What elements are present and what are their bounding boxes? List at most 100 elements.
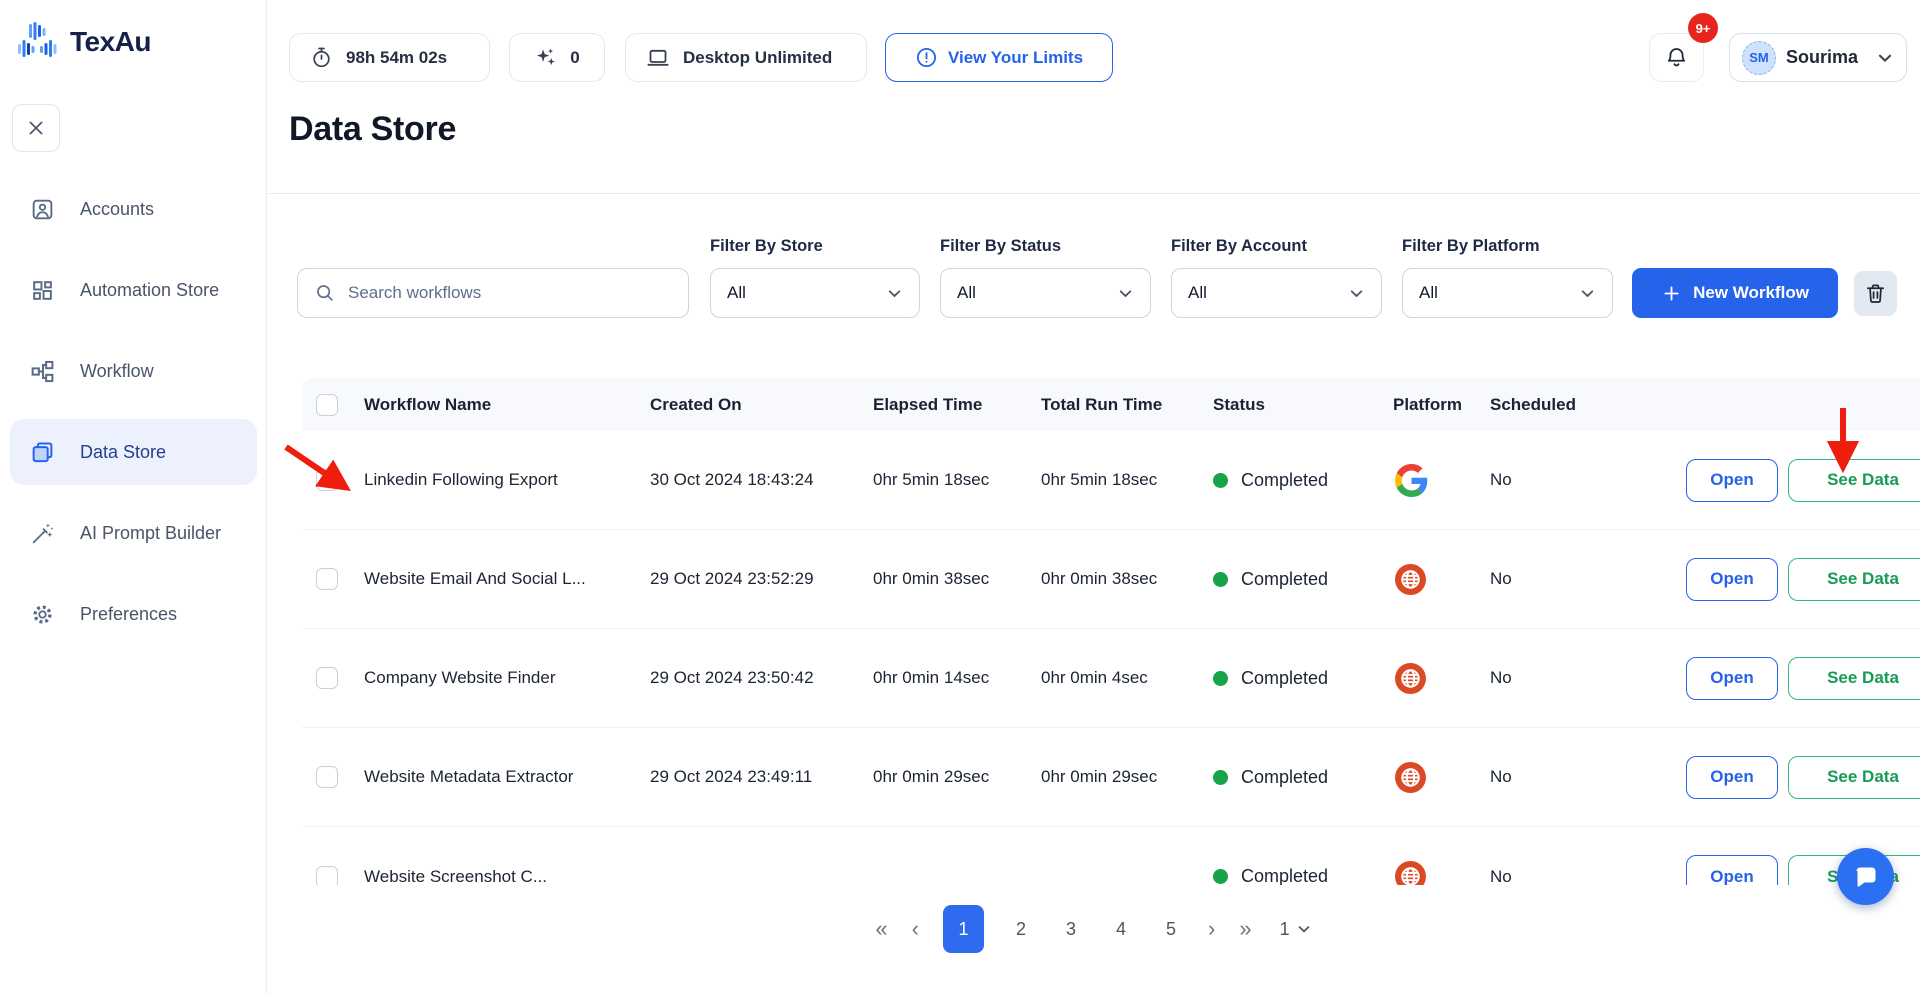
workflow-name: Company Website Finder	[364, 668, 650, 688]
first-page-button[interactable]: «	[875, 918, 887, 940]
scheduled-value: No	[1490, 767, 1682, 787]
user-menu[interactable]: SM Sourima	[1729, 33, 1907, 82]
filter-by-platform-label: Filter By Platform	[1402, 237, 1540, 256]
column-header-platform: Platform	[1393, 395, 1490, 415]
see-data-button[interactable]: See Data	[1788, 459, 1920, 502]
table-row: Website Email And Social L... 29 Oct 202…	[302, 530, 1920, 629]
new-workflow-label: New Workflow	[1693, 283, 1809, 303]
chevron-down-icon	[1117, 285, 1134, 302]
sidebar-nav: Accounts Automation Store Workflow Data …	[10, 176, 257, 647]
sidebar-item-workflow[interactable]: Workflow	[10, 338, 257, 404]
total-run-time: 0hr 0min 4sec	[1041, 668, 1205, 688]
column-header-scheduled: Scheduled	[1490, 395, 1682, 415]
workflow-name: Website Email And Social L...	[364, 569, 650, 589]
open-button[interactable]: Open	[1686, 756, 1778, 799]
filter-store-dropdown[interactable]: All	[710, 268, 920, 318]
status-dot	[1213, 869, 1228, 884]
time-remaining-pill[interactable]: 98h 54m 02s	[289, 33, 490, 82]
sidebar-item-data-store[interactable]: Data Store	[10, 419, 257, 485]
column-header-created-on: Created On	[650, 395, 873, 415]
sidebar-item-preferences[interactable]: Preferences	[10, 581, 257, 647]
see-data-button[interactable]: See Data	[1788, 756, 1920, 799]
workflow-name: Website Screenshot C...	[364, 867, 650, 886]
open-button[interactable]: Open	[1686, 459, 1778, 502]
open-button[interactable]: Open	[1686, 657, 1778, 700]
row-checkbox[interactable]	[316, 766, 338, 788]
page-button-3[interactable]: 3	[1058, 905, 1084, 953]
filter-status-dropdown[interactable]: All	[940, 268, 1151, 318]
sidebar-item-accounts[interactable]: Accounts	[10, 176, 257, 242]
sidebar-item-ai-prompt-builder[interactable]: AI Prompt Builder	[10, 500, 257, 566]
column-header-total-run-time: Total Run Time	[1041, 395, 1205, 415]
sidebar-collapse-button[interactable]	[12, 104, 60, 152]
gear-icon	[30, 602, 55, 627]
see-data-button[interactable]: See Data	[1788, 558, 1920, 601]
select-all-checkbox[interactable]	[316, 394, 338, 416]
plan-label: Desktop Unlimited	[683, 48, 832, 68]
filter-store-value: All	[727, 283, 746, 303]
row-checkbox[interactable]	[316, 568, 338, 590]
status-label: Completed	[1241, 767, 1328, 788]
row-checkbox[interactable]	[316, 469, 338, 491]
ai-wand-icon	[30, 521, 55, 546]
previous-page-button[interactable]: ‹	[912, 918, 919, 940]
platform-web-icon	[1395, 861, 1490, 885]
filter-by-store-label: Filter By Store	[710, 237, 823, 256]
filter-by-account-label: Filter By Account	[1171, 237, 1307, 256]
table-row: Website Screenshot C... Completed No Ope…	[302, 827, 1920, 885]
sidebar-item-label: Automation Store	[80, 280, 219, 301]
credits-pill[interactable]: 0	[509, 33, 605, 82]
sidebar-item-automation-store[interactable]: Automation Store	[10, 257, 257, 323]
scheduled-value: No	[1490, 867, 1682, 886]
notification-badge: 9+	[1688, 13, 1718, 43]
plan-pill[interactable]: Desktop Unlimited	[625, 33, 867, 82]
status-dot	[1213, 770, 1228, 785]
status-dot	[1213, 572, 1228, 587]
last-page-button[interactable]: »	[1239, 918, 1251, 940]
chevron-down-icon	[886, 285, 903, 302]
row-checkbox[interactable]	[316, 866, 338, 886]
open-button[interactable]: Open	[1686, 558, 1778, 601]
user-name: Sourima	[1786, 47, 1858, 68]
page-button-5[interactable]: 5	[1158, 905, 1184, 953]
filter-platform-value: All	[1419, 283, 1438, 303]
filter-platform-dropdown[interactable]: All	[1402, 268, 1613, 318]
next-page-button[interactable]: ›	[1208, 918, 1215, 940]
scheduled-value: No	[1490, 668, 1682, 688]
delete-button[interactable]	[1854, 271, 1897, 316]
page-button-2[interactable]: 2	[1008, 905, 1034, 953]
page-button-4[interactable]: 4	[1108, 905, 1134, 953]
open-button[interactable]: Open	[1686, 855, 1778, 885]
filter-account-dropdown[interactable]: All	[1171, 268, 1382, 318]
workflow-name: Linkedin Following Export	[364, 470, 650, 490]
page-button-1[interactable]: 1	[943, 905, 984, 953]
search-input[interactable]	[348, 283, 672, 303]
elapsed-time: 0hr 0min 38sec	[873, 569, 1041, 589]
main-content: 98h 54m 02s 0 Desktop Unlimited View You…	[267, 0, 1920, 994]
alert-circle-icon	[915, 46, 938, 69]
trash-icon	[1864, 282, 1887, 305]
laptop-icon	[646, 46, 670, 70]
created-on: 30 Oct 2024 18:43:24	[650, 470, 873, 490]
brand-name: TexAu	[70, 26, 151, 58]
row-checkbox[interactable]	[316, 667, 338, 689]
created-on: 29 Oct 2024 23:50:42	[650, 668, 873, 688]
see-data-button[interactable]: See Data	[1788, 657, 1920, 700]
filter-status-value: All	[957, 283, 976, 303]
workflow-icon	[30, 359, 55, 384]
page-size-selector[interactable]: 1	[1280, 919, 1312, 940]
status-dot	[1213, 671, 1228, 686]
platform-web-icon	[1395, 663, 1490, 694]
chat-launcher-button[interactable]	[1837, 848, 1894, 905]
avatar: SM	[1742, 41, 1776, 75]
texau-logo-icon	[16, 22, 60, 62]
credits-value: 0	[570, 48, 579, 68]
view-limits-label: View Your Limits	[948, 48, 1083, 68]
sidebar: TexAu Accounts Automation Store Workflow	[0, 0, 267, 994]
platform-web-icon	[1395, 762, 1490, 793]
search-icon	[314, 282, 336, 304]
view-limits-button[interactable]: View Your Limits	[885, 33, 1113, 82]
app-logo: TexAu	[16, 22, 151, 62]
header-divider	[267, 193, 1920, 194]
new-workflow-button[interactable]: New Workflow	[1632, 268, 1838, 318]
